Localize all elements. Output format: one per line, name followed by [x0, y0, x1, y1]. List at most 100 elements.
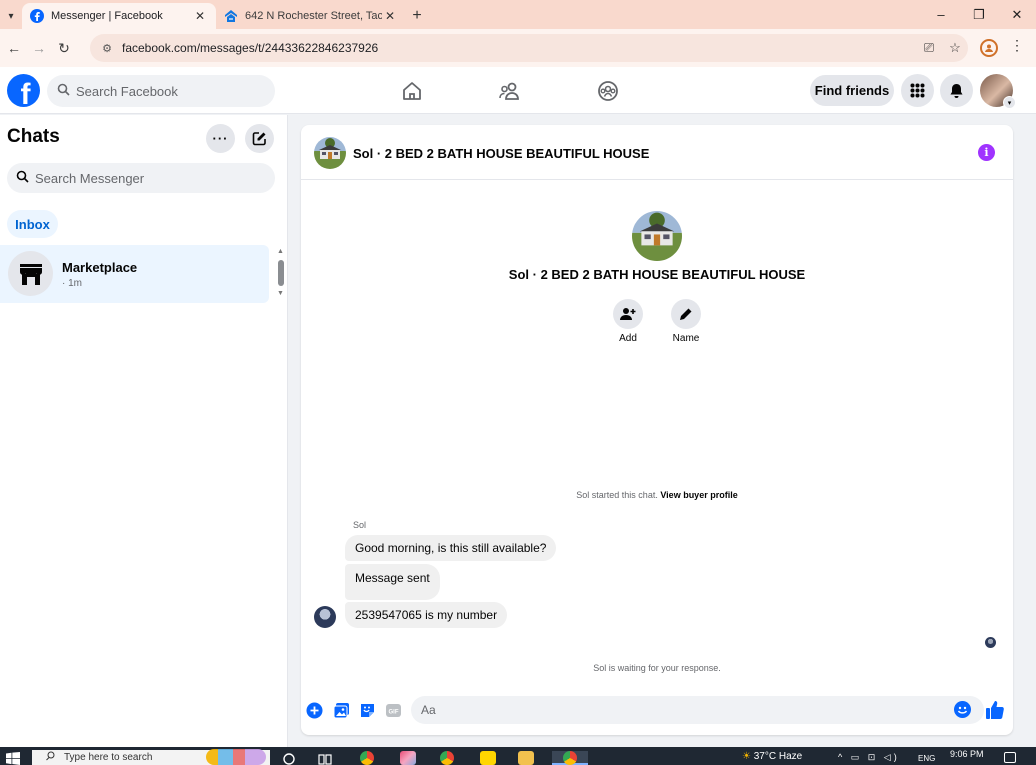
emoji-icon[interactable]	[954, 701, 971, 718]
conversation-title[interactable]: Sol · 2 BED 2 BATH HOUSE BEAUTIFUL HOUSE	[353, 146, 649, 161]
search-icon	[46, 751, 56, 764]
compose-icon	[252, 132, 266, 146]
group-photo[interactable]	[314, 137, 346, 169]
search-highlights-icon	[206, 749, 266, 765]
account-avatar[interactable]: ▾	[980, 74, 1016, 109]
add-label: Add	[619, 333, 637, 344]
tab-title: 642 N Rochester Street, Tacoma	[245, 10, 382, 22]
add-people-button[interactable]	[613, 299, 643, 329]
message-bubble[interactable]: Message sent	[345, 564, 440, 600]
search-placeholder: Search Facebook	[76, 83, 178, 99]
plus-circle-icon[interactable]	[306, 702, 323, 719]
close-tab-icon[interactable]: ✕	[382, 9, 398, 23]
groups-icon[interactable]	[596, 79, 620, 103]
add-person-icon	[620, 308, 636, 320]
chevron-down-icon: ▾	[1003, 96, 1016, 109]
photo-icon[interactable]	[333, 702, 350, 719]
message-input[interactable]: Aa	[411, 696, 984, 724]
window-controls: – ❐ ✕	[922, 0, 1036, 29]
taskbar-clock[interactable]: 9:06 PM	[950, 749, 984, 759]
message-composer: GIF Aa	[301, 693, 1013, 727]
chat-options-button[interactable]: ···	[206, 124, 235, 153]
tab-search-button[interactable]: ▾	[0, 3, 22, 29]
chat-list-scrollbar[interactable]: ▲ ▼	[277, 248, 285, 300]
scroll-down-icon[interactable]: ▼	[277, 290, 284, 297]
close-tab-icon[interactable]: ✕	[192, 9, 208, 23]
paint-app-icon[interactable]	[400, 751, 416, 765]
sender-avatar[interactable]	[314, 606, 336, 628]
chat-list-item[interactable]: Marketplace · 1m	[0, 245, 269, 303]
find-friends-button[interactable]: Find friends	[810, 75, 894, 106]
notifications-bell-icon[interactable]	[940, 74, 973, 107]
home-icon[interactable]	[400, 79, 424, 103]
thumbs-up-icon[interactable]	[985, 700, 1005, 720]
friends-icon[interactable]	[498, 79, 522, 103]
search-placeholder: Search Messenger	[35, 170, 145, 186]
waiting-notice: Sol is waiting for your response.	[593, 663, 721, 673]
new-tab-button[interactable]: +	[406, 3, 428, 29]
svg-text:GIF: GIF	[389, 710, 399, 716]
weather-widget[interactable]: ☀ 37°C Haze	[742, 751, 802, 762]
address-bar[interactable]: ⚙ facebook.com/messages/t/24433622846237…	[90, 34, 968, 62]
tab-title: Messenger | Facebook	[51, 10, 163, 22]
info-icon[interactable]: i	[978, 144, 995, 161]
bookmark-star-icon[interactable]: ☆	[942, 40, 968, 56]
message-bubble[interactable]: Good morning, is this still available?	[345, 535, 557, 561]
chat-timestamp: · 1m	[62, 278, 82, 289]
forward-icon[interactable]: →	[28, 34, 50, 62]
cortana-icon[interactable]	[282, 751, 298, 765]
scroll-up-icon[interactable]: ▲	[277, 248, 284, 255]
url-text: facebook.com/messages/t/2443362284623792…	[122, 41, 379, 55]
tab-messenger[interactable]: Messenger | Facebook ✕	[22, 3, 216, 29]
marketplace-store-icon	[8, 251, 53, 296]
task-view-icon[interactable]	[318, 751, 334, 765]
chrome-active-app-icon[interactable]	[552, 751, 588, 765]
weather-icon: ☀	[742, 751, 751, 762]
windows-start-icon[interactable]	[6, 752, 20, 765]
name-label: Name	[672, 333, 700, 344]
sticky-notes-app-icon[interactable]	[480, 751, 496, 765]
chrome-profile-app-icon[interactable]	[440, 751, 454, 765]
sticker-icon[interactable]	[359, 702, 376, 719]
browser-profile-icon[interactable]	[980, 39, 998, 57]
pencil-icon	[680, 308, 692, 320]
system-tray-icons[interactable]: ^ ▭ ⊡ ◁)	[838, 752, 900, 763]
scrollbar-thumb[interactable]	[278, 260, 284, 286]
facebook-search-input[interactable]: Search Facebook	[47, 75, 275, 107]
messenger-search-input[interactable]: Search Messenger	[7, 163, 275, 193]
cast-icon[interactable]: ⎚	[916, 40, 942, 56]
language-indicator[interactable]: ENG	[918, 754, 935, 763]
browser-toolbar: ← → ↻ ⚙ facebook.com/messages/t/24433622…	[0, 29, 1036, 67]
close-window-icon[interactable]: ✕	[998, 0, 1036, 29]
browser-menu-icon[interactable]: ⋮	[1010, 37, 1024, 54]
chrome-app-icon[interactable]	[360, 751, 374, 765]
facebook-logo-icon[interactable]: f	[7, 74, 40, 107]
name-chat-button[interactable]	[671, 299, 701, 329]
restore-icon[interactable]: ❐	[960, 0, 998, 29]
group-photo-large[interactable]	[632, 211, 682, 261]
view-buyer-profile-link[interactable]: View buyer profile	[660, 490, 737, 500]
message-bubble[interactable]: 2539547065 is my number	[345, 602, 508, 628]
menu-grid-icon[interactable]	[901, 74, 934, 107]
facebook-favicon-icon	[30, 9, 44, 23]
back-icon[interactable]: ←	[3, 34, 25, 62]
chats-sidebar: Chats ··· Search Messenger Inbox Marketp…	[0, 115, 288, 747]
browser-tab-strip: ▾ Messenger | Facebook ✕ 642 N Rochester…	[0, 0, 1036, 29]
group-name: Sol · 2 BED 2 BATH HOUSE BEAUTIFUL HOUSE	[508, 267, 806, 282]
chats-title: Chats	[7, 126, 60, 147]
tab-inbox[interactable]: Inbox	[7, 210, 58, 238]
more-options-icon: ···	[212, 131, 229, 146]
file-explorer-app-icon[interactable]	[518, 751, 534, 765]
gif-icon[interactable]: GIF	[385, 702, 402, 719]
tab-zillow[interactable]: 642 N Rochester Street, Tacoma ✕	[216, 3, 406, 29]
seen-receipt-avatar	[985, 637, 996, 648]
reload-icon[interactable]: ↻	[53, 34, 75, 62]
conversation-panel: Sol · 2 BED 2 BATH HOUSE BEAUTIFUL HOUSE…	[301, 125, 1013, 735]
site-settings-icon[interactable]: ⚙	[94, 42, 120, 55]
windows-taskbar: Type here to search ☀ 37°C Haze ^ ▭ ⊡ ◁)…	[0, 747, 1036, 765]
notification-center-icon[interactable]	[1004, 752, 1016, 763]
new-message-button[interactable]	[245, 124, 274, 153]
conversation-header: Sol · 2 BED 2 BATH HOUSE BEAUTIFUL HOUSE…	[301, 125, 1013, 180]
minimize-icon[interactable]: –	[922, 0, 960, 29]
taskbar-search-placeholder: Type here to search	[64, 752, 153, 763]
